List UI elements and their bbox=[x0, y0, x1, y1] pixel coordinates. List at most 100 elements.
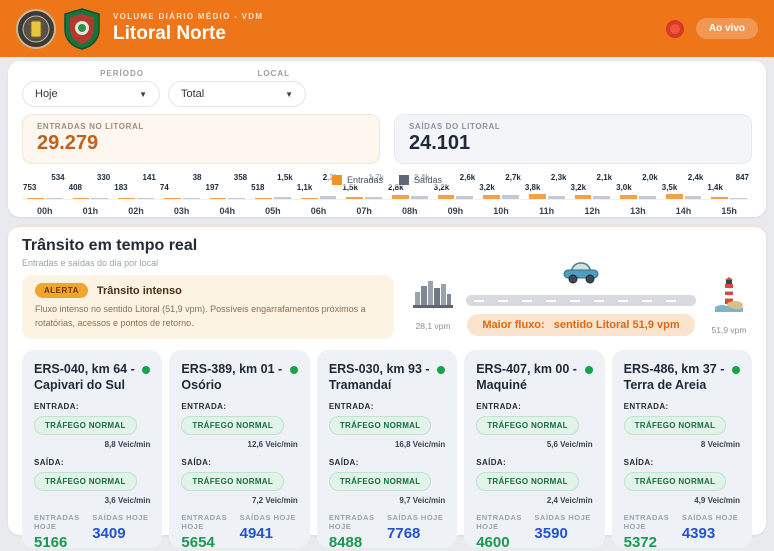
saidas-hour-value: 2,1k bbox=[570, 173, 616, 183]
filter-bar: PERÍODO Hoje ▼ LOCAL Total ▼ bbox=[22, 69, 752, 107]
saidas-hour-value: 2,0k bbox=[615, 173, 661, 183]
hour-bars bbox=[661, 194, 707, 200]
chart-hour-column: 53475300h bbox=[22, 173, 68, 216]
entradas-bar bbox=[255, 198, 272, 199]
local-select[interactable]: Total ▼ bbox=[168, 81, 306, 107]
station-card: ERS-407, km 00 - MaquinéENTRADA:TRÁFEGO … bbox=[464, 350, 604, 548]
hour-bars bbox=[341, 194, 387, 200]
hour-bars bbox=[433, 194, 479, 200]
hour-bars bbox=[205, 194, 251, 200]
live-recording-dot-icon bbox=[666, 20, 684, 38]
legend-saidas: Saídas bbox=[399, 175, 442, 185]
saidas-hoje-label: SAÍDAS HOJE bbox=[534, 513, 592, 522]
hour-label: 14h bbox=[661, 206, 707, 216]
hour-label: 12h bbox=[570, 206, 616, 216]
station-card: ERS-389, km 01 - OsórioENTRADA:TRÁFEGO N… bbox=[169, 350, 309, 548]
entradas-bar bbox=[118, 198, 135, 199]
saidas-bar bbox=[228, 198, 245, 199]
entradas-hoje-label: ENTRADAS HOJE bbox=[329, 513, 387, 531]
hour-label: 15h bbox=[706, 206, 752, 216]
local-selected-value: Total bbox=[181, 88, 204, 100]
saidas-bar bbox=[137, 198, 154, 199]
saida-status-badge: TRÁFEGO NORMAL bbox=[329, 472, 432, 491]
live-badge: Ao vivo bbox=[696, 18, 758, 39]
saida-status-badge: TRÁFEGO NORMAL bbox=[476, 472, 579, 491]
entrada-label: ENTRADA: bbox=[329, 402, 445, 411]
saidas-hour-value: 141 bbox=[113, 173, 159, 183]
hour-bars bbox=[615, 194, 661, 200]
station-cards: ERS-040, km 64 - Capivari do SulENTRADA:… bbox=[22, 350, 752, 548]
saidas-bar bbox=[274, 197, 291, 199]
hour-label: 07h bbox=[341, 206, 387, 216]
saidas-hoje-value: 3590 bbox=[534, 525, 592, 542]
saidas-hoje-label: SAÍDAS HOJE bbox=[240, 513, 298, 522]
saidas-hour-value: 330 bbox=[68, 173, 114, 183]
entradas-bar bbox=[73, 198, 90, 199]
summary-card: PERÍODO Hoje ▼ LOCAL Total ▼ ENTRADAS NO… bbox=[8, 61, 766, 217]
chart-hour-column: 8471,4k15h bbox=[706, 173, 752, 216]
entrada-rate: 8 Veic/min bbox=[624, 440, 740, 449]
coast-vpm-value: 51,9 vpm bbox=[712, 325, 747, 335]
saidas-bar bbox=[548, 196, 565, 199]
saida-rate: 2,4 Veic/min bbox=[476, 496, 592, 505]
entradas-bar bbox=[301, 198, 318, 199]
entradas-hour-value: 197 bbox=[205, 183, 251, 193]
entrada-status-badge: TRÁFEGO NORMAL bbox=[624, 416, 727, 435]
hour-label: 05h bbox=[250, 206, 296, 216]
saidas-bar bbox=[456, 196, 473, 199]
hour-label: 06h bbox=[296, 206, 342, 216]
entrada-rate: 8,8 Veic/min bbox=[34, 440, 150, 449]
entrada-label: ENTRADA: bbox=[624, 402, 740, 411]
saidas-bar bbox=[91, 198, 108, 199]
city-vpm-value: 28,1 vpm bbox=[416, 321, 451, 331]
entradas-hour-value: 753 bbox=[22, 183, 68, 193]
entradas-hoje-value: 5654 bbox=[181, 534, 239, 551]
saidas-hoje-value: 4393 bbox=[682, 525, 740, 542]
hour-label: 02h bbox=[113, 206, 159, 216]
hour-label: 13h bbox=[615, 206, 661, 216]
entradas-hoje-label: ENTRADAS HOJE bbox=[181, 513, 239, 531]
hour-bars bbox=[478, 194, 524, 200]
saida-rate: 9,7 Veic/min bbox=[329, 496, 445, 505]
online-status-dot-icon bbox=[585, 366, 593, 374]
entradas-hoje-value: 4600 bbox=[476, 534, 534, 551]
chart-hour-column: 2,1k3,2k12h bbox=[570, 173, 616, 216]
saidas-hoje-label: SAÍDAS HOJE bbox=[387, 513, 445, 522]
entradas-bar bbox=[438, 195, 455, 199]
realtime-card: Trânsito em tempo real Entradas e saídas… bbox=[8, 225, 766, 535]
hour-bars bbox=[159, 194, 205, 200]
entradas-hoje-label: ENTRADAS HOJE bbox=[476, 513, 534, 531]
periodo-select[interactable]: Hoje ▼ bbox=[22, 81, 160, 107]
station-title: ERS-030, km 93 - Tramandaí bbox=[329, 361, 437, 394]
app-header: VOLUME DIÁRIO MÉDIO - VDM Litoral Norte … bbox=[0, 0, 774, 57]
max-flow-badge: Maior fluxo: sentido Litoral 51,9 vpm bbox=[467, 314, 694, 336]
entradas-bar bbox=[620, 195, 637, 199]
city-skyline-icon bbox=[413, 277, 453, 309]
entradas-bar bbox=[210, 198, 227, 199]
realtime-subtitle: Entradas e saídas do dia por local bbox=[22, 258, 752, 268]
periodo-selected-value: Hoje bbox=[35, 88, 58, 100]
saidas-hour-value: 38 bbox=[159, 173, 205, 183]
saidas-hoje-value: 4941 bbox=[240, 525, 298, 542]
entradas-total-label: ENTRADAS NO LITORAL bbox=[37, 122, 365, 131]
saida-rate: 3,6 Veic/min bbox=[34, 496, 150, 505]
hour-label: 04h bbox=[205, 206, 251, 216]
hour-bars bbox=[250, 194, 296, 200]
entradas-hour-value: 3,8k bbox=[524, 183, 570, 193]
entrada-label: ENTRADA: bbox=[181, 402, 297, 411]
legend-entradas-label: Entradas bbox=[347, 175, 383, 185]
entradas-hour-value: 3,0k bbox=[615, 183, 661, 193]
online-status-dot-icon bbox=[142, 366, 150, 374]
road-dashes bbox=[474, 300, 688, 302]
saida-status-badge: TRÁFEGO NORMAL bbox=[624, 472, 727, 491]
entrada-status-badge: TRÁFEGO NORMAL bbox=[34, 416, 137, 435]
entradas-bar bbox=[529, 194, 546, 199]
entrada-status-badge: TRÁFEGO NORMAL bbox=[329, 416, 432, 435]
saidas-hour-value: 2,4k bbox=[661, 173, 707, 183]
entradas-hoje-value: 5372 bbox=[624, 534, 682, 551]
legend-saidas-label: Saídas bbox=[414, 175, 442, 185]
saidas-hour-value: 534 bbox=[22, 173, 68, 183]
realtime-title: Trânsito em tempo real bbox=[22, 237, 752, 255]
saidas-hour-value: 2,7k bbox=[478, 173, 524, 183]
hour-bars bbox=[113, 194, 159, 200]
